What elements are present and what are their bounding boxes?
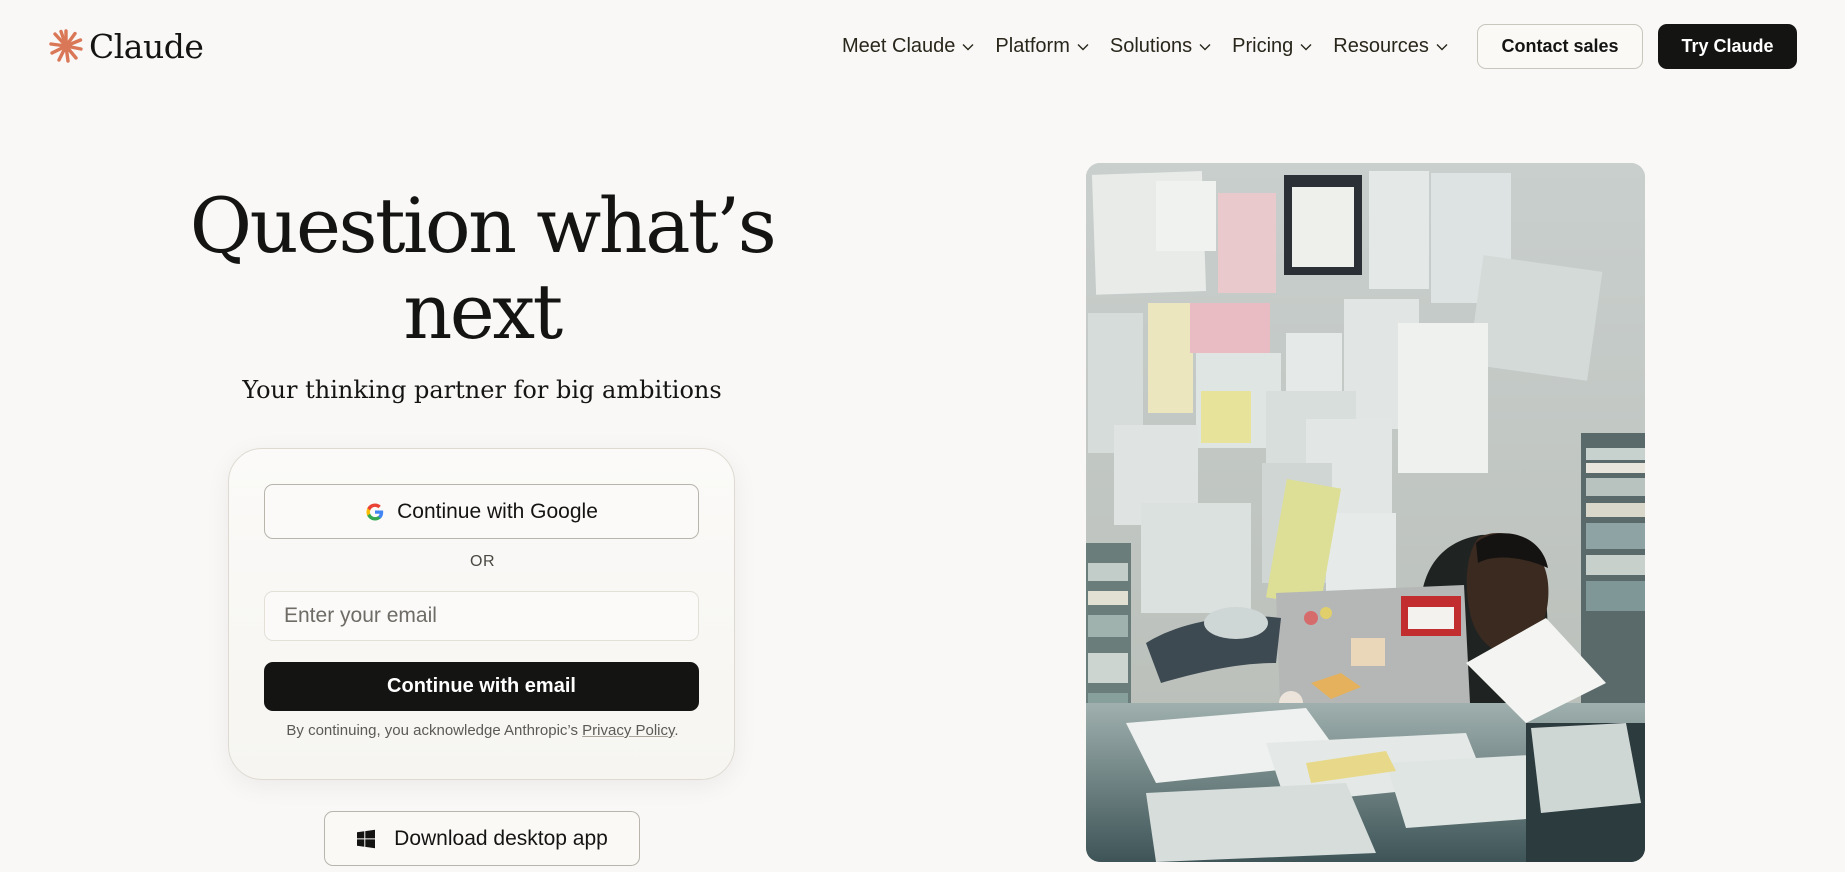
chevron-down-icon <box>1300 44 1312 51</box>
continue-with-email-button[interactable]: Continue with email <box>264 662 699 711</box>
nav-item-label: Pricing <box>1232 34 1294 57</box>
contact-sales-button[interactable]: Contact sales <box>1477 24 1643 69</box>
nav-item-label: Solutions <box>1109 34 1193 57</box>
nav-item-platform[interactable]: Platform <box>995 34 1089 58</box>
google-button-label: Continue with Google <box>397 499 598 523</box>
logo-wordmark: Claude <box>89 26 204 66</box>
download-desktop-app-button[interactable]: Download desktop app <box>324 811 640 866</box>
email-input[interactable] <box>264 591 699 641</box>
google-icon <box>366 503 384 520</box>
chevron-down-icon <box>1077 44 1089 51</box>
nav-item-meet-claude[interactable]: Meet Claude <box>842 35 974 58</box>
claude-spark-icon <box>49 29 83 63</box>
continue-with-google-button[interactable]: Continue with Google <box>264 484 699 539</box>
privacy-policy-link[interactable]: Privacy Policy <box>582 722 674 739</box>
main-nav: Meet Claude Platform Solutions Pricing R… <box>842 30 1469 62</box>
nav-item-pricing[interactable]: Pricing <box>1232 35 1312 58</box>
hero-photo <box>1086 163 1645 862</box>
nav-item-label: Resources <box>1333 34 1429 57</box>
or-divider: OR <box>470 553 495 570</box>
try-claude-button[interactable]: Try Claude <box>1658 24 1797 69</box>
legal-suffix: . <box>674 722 679 739</box>
nav-item-resources[interactable]: Resources <box>1333 35 1448 58</box>
legal-prefix: By continuing, you acknowledge Anthropic… <box>286 722 583 739</box>
chevron-down-icon <box>1436 44 1448 51</box>
hero-title: Question what’s next <box>189 181 777 356</box>
windows-icon <box>357 829 376 848</box>
chevron-down-icon <box>1199 44 1211 51</box>
chevron-down-icon <box>962 44 974 51</box>
claude-logo[interactable]: Claude <box>49 26 204 66</box>
download-button-label: Download desktop app <box>394 826 608 850</box>
signup-card: Continue with Google OR Continue with em… <box>228 448 735 780</box>
nav-item-label: Meet Claude <box>842 34 956 57</box>
hero-subtitle: Your thinking partner for big ambitions <box>242 376 722 404</box>
hero-illustration <box>1086 163 1645 862</box>
site-header: Claude Meet Claude Platform Solutions Pr… <box>0 0 1845 92</box>
nav-item-label: Platform <box>995 34 1070 57</box>
legal-notice: By continuing, you acknowledge Anthropic… <box>229 722 736 739</box>
nav-item-solutions[interactable]: Solutions <box>1110 35 1211 58</box>
